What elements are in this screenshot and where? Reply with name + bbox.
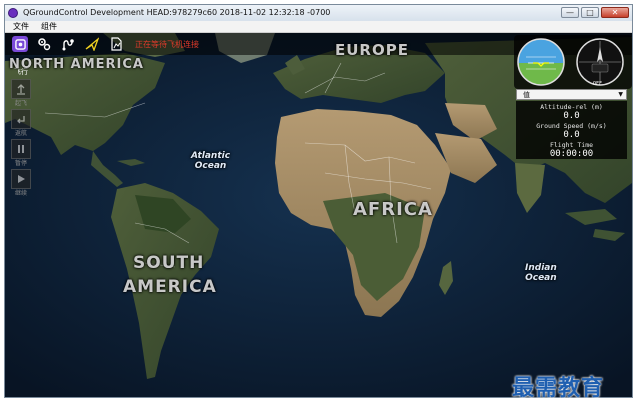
- vehicle-setup-button[interactable]: [36, 36, 52, 52]
- return-label: 返航: [14, 130, 27, 137]
- chevron-down-icon: ▼: [618, 91, 623, 98]
- telemetry-values-panel: Altitude-rel (m) 0.0 Ground Speed (m/s) …: [516, 101, 627, 159]
- continue-tool[interactable]: 继续: [10, 169, 32, 197]
- values-dropdown-label: 值: [523, 91, 530, 99]
- plan-route-icon: [62, 39, 74, 51]
- flight-time-label: Flight Time: [549, 141, 594, 149]
- menu-widgets[interactable]: 组件: [41, 21, 57, 32]
- return-tool[interactable]: 返航: [10, 109, 32, 137]
- label-atlantic-ocean: Atlantic Ocean: [191, 151, 230, 171]
- flight-time-value: 00:00:00: [549, 149, 594, 159]
- compass-indicator: [576, 38, 624, 86]
- fly-tools-sidebar: 飞行 起飞 返航 暂停 继续: [10, 67, 32, 199]
- pause-tool[interactable]: 暂停: [10, 139, 32, 167]
- ground-speed-value: 0.0: [563, 130, 580, 140]
- label-atlantic: Atlantic: [191, 151, 231, 161]
- label-africa: AFRICA: [353, 199, 433, 220]
- qgc-app-icon: [8, 8, 18, 18]
- altitude-value: 0.0: [563, 111, 580, 121]
- document-chart-icon: [111, 37, 122, 51]
- label-indian: Indian: [525, 263, 557, 273]
- maximize-button[interactable]: □: [581, 7, 599, 18]
- qgc-logo-icon: [14, 38, 26, 50]
- pause-label: 暂停: [14, 160, 27, 167]
- values-dropdown[interactable]: 值 ▼: [516, 89, 627, 100]
- window-controls: — □ ✕: [561, 7, 629, 18]
- instrument-panel: [514, 35, 632, 89]
- fly-view-button[interactable]: [84, 36, 100, 52]
- analyze-button[interactable]: [108, 36, 124, 52]
- window-title: QGroundControl Development HEAD:978279c6…: [23, 8, 331, 17]
- takeoff-tool[interactable]: 起飞: [10, 79, 32, 107]
- altitude-label: Altitude-rel (m): [540, 103, 603, 111]
- label-america: AMERICA: [123, 277, 217, 297]
- label-atlantic-ocean-word: Ocean: [194, 161, 227, 171]
- qgc-menu-button[interactable]: [12, 36, 28, 52]
- label-indian-ocean: Indian Ocean: [525, 263, 557, 283]
- paper-plane-icon: [85, 37, 99, 51]
- label-north-america: NORTH AMERICA: [9, 57, 144, 72]
- label-indian-ocean-word: Ocean: [525, 273, 557, 283]
- return-icon: [17, 116, 25, 124]
- menu-file[interactable]: 文件: [13, 21, 29, 32]
- pause-icon: [18, 145, 24, 153]
- play-icon: [18, 175, 25, 183]
- takeoff-icon: [17, 84, 25, 95]
- plan-view-button[interactable]: [60, 36, 76, 52]
- app-window: QGroundControl Development HEAD:978279c6…: [4, 4, 633, 398]
- label-europe: EUROPE: [335, 41, 409, 59]
- menu-bar: 文件 组件: [5, 21, 632, 33]
- watermark-text: 最需教育: [512, 375, 605, 401]
- continue-label: 继续: [14, 190, 27, 197]
- gears-icon: [38, 38, 51, 51]
- minimize-button[interactable]: —: [561, 7, 579, 18]
- waiting-vehicle-status: 正在等待飞机连接: [135, 40, 199, 49]
- label-south: SOUTH: [133, 253, 205, 273]
- title-bar: QGroundControl Development HEAD:978279c6…: [5, 5, 632, 21]
- takeoff-label: 起飞: [14, 100, 27, 107]
- close-button[interactable]: ✕: [601, 7, 629, 18]
- ground-speed-label: Ground Speed (m/s): [536, 122, 607, 130]
- compass-status: OFF: [593, 81, 603, 87]
